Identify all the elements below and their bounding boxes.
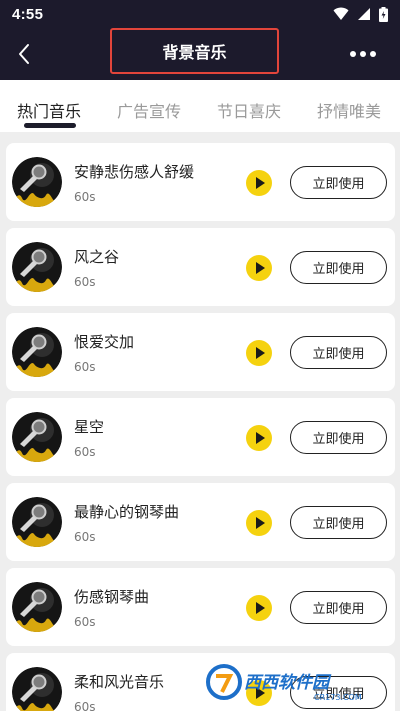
album-cover: [12, 157, 62, 207]
play-icon: [256, 347, 265, 359]
play-icon: [256, 177, 265, 189]
nav-bar: 背景音乐: [0, 28, 400, 80]
list-item: 星空 60s 立即使用: [6, 398, 395, 476]
song-title: 星空: [74, 418, 105, 436]
album-cover: [12, 412, 62, 462]
song-title: 风之谷: [74, 248, 120, 266]
battery-icon: [379, 6, 388, 22]
app-header: 4:55 背景音乐: [0, 0, 400, 80]
song-title: 安静悲伤感人舒缓: [74, 163, 195, 181]
tab-festival[interactable]: 节日喜庆: [217, 98, 281, 122]
watermark-text: 西西软件园: [244, 673, 332, 693]
active-tab-indicator: [24, 123, 76, 128]
tab-lyrical[interactable]: 抒情唯美: [317, 98, 381, 122]
status-icons: [333, 6, 388, 22]
category-tabs: 热门音乐 广告宣传 节日喜庆 抒情唯美: [0, 80, 400, 132]
use-now-button[interactable]: 立即使用: [290, 506, 387, 539]
play-icon: [256, 432, 265, 444]
play-icon: [256, 517, 265, 529]
watermark-domain: CR173.COM: [314, 693, 362, 702]
list-item: 恨爱交加 60s 立即使用: [6, 313, 395, 391]
use-now-button[interactable]: 立即使用: [290, 166, 387, 199]
use-now-button[interactable]: 立即使用: [290, 421, 387, 454]
play-button[interactable]: [246, 255, 272, 281]
song-duration: 60s: [74, 700, 96, 711]
status-time: 4:55: [12, 5, 44, 23]
play-icon: [256, 602, 265, 614]
album-cover: [12, 582, 62, 632]
watermark-logo: 西西软件园 CR173.COM: [204, 662, 380, 702]
list-item: 风之谷 60s 立即使用: [6, 228, 395, 306]
album-cover: [12, 497, 62, 547]
play-button[interactable]: [246, 340, 272, 366]
list-item: 安静悲伤感人舒缓 60s 立即使用: [6, 143, 395, 221]
status-bar: 4:55: [0, 0, 400, 28]
page-title: 背景音乐: [162, 43, 227, 62]
use-now-button[interactable]: 立即使用: [290, 591, 387, 624]
tab-ads[interactable]: 广告宣传: [117, 98, 181, 122]
use-now-button[interactable]: 立即使用: [290, 336, 387, 369]
list-item: 伤感钢琴曲 60s 立即使用: [6, 568, 395, 646]
back-button[interactable]: [10, 40, 38, 68]
wifi-icon: [333, 7, 349, 20]
list-item: 最静心的钢琴曲 60s 立即使用: [6, 483, 395, 561]
tab-hot-music[interactable]: 热门音乐: [17, 98, 81, 122]
play-icon: [256, 262, 265, 274]
album-cover: [12, 667, 62, 711]
use-now-button[interactable]: 立即使用: [290, 251, 387, 284]
play-button[interactable]: [246, 595, 272, 621]
song-duration: 60s: [74, 530, 96, 544]
album-cover: [12, 327, 62, 377]
song-duration: 60s: [74, 445, 96, 459]
song-duration: 60s: [74, 360, 96, 374]
song-duration: 60s: [74, 190, 96, 204]
song-title: 最静心的钢琴曲: [74, 503, 180, 521]
play-button[interactable]: [246, 170, 272, 196]
signal-icon: [358, 8, 370, 20]
play-button[interactable]: [246, 425, 272, 451]
back-arrow-icon: [19, 44, 29, 64]
title-highlight: 背景音乐: [110, 28, 279, 74]
song-duration: 60s: [74, 275, 96, 289]
play-button[interactable]: [246, 510, 272, 536]
song-title: 恨爱交加: [74, 333, 135, 351]
song-title: 柔和风光音乐: [74, 673, 165, 691]
more-button[interactable]: [348, 42, 378, 66]
more-icon: [350, 51, 356, 57]
song-title: 伤感钢琴曲: [74, 588, 150, 606]
album-cover: [12, 242, 62, 292]
song-duration: 60s: [74, 615, 96, 629]
